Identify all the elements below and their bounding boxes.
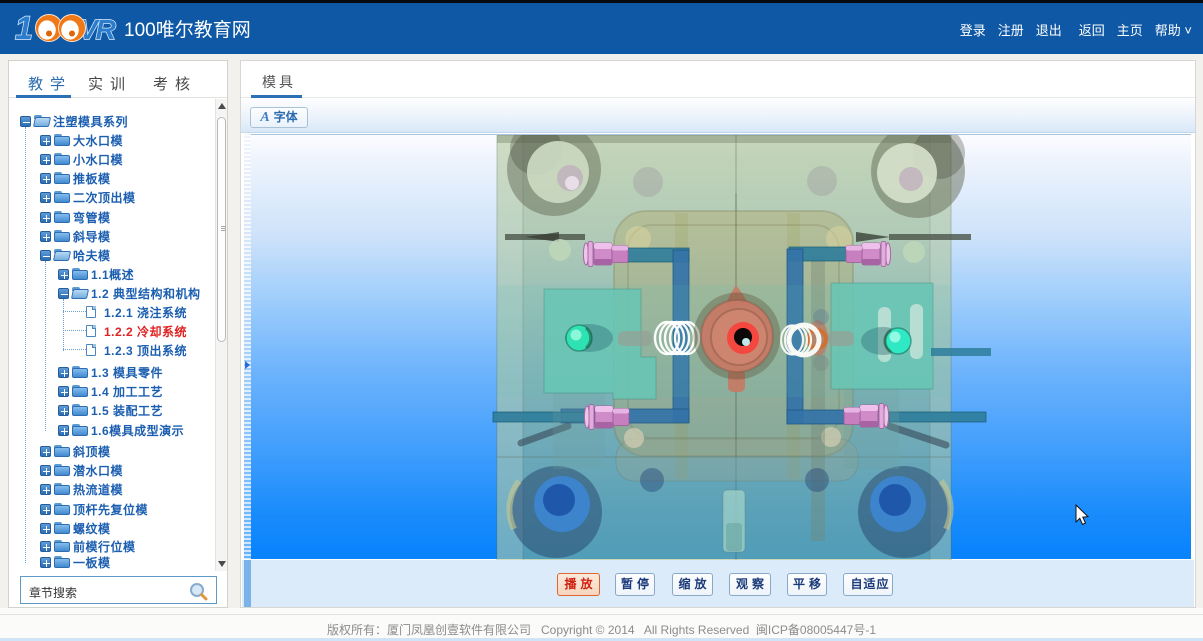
svg-text:1: 1 xyxy=(15,10,33,46)
